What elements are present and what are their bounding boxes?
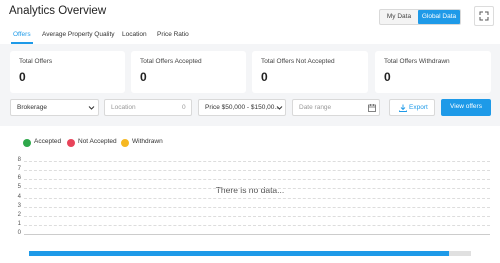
stat-card-offers-not-accepted: Total Offers Not Accepted 0	[252, 51, 368, 93]
stat-label: Total Offers Accepted	[140, 58, 202, 65]
tab-location[interactable]: Location	[122, 31, 147, 38]
legend-marker-withdrawn	[121, 139, 129, 147]
stat-value: 0	[261, 70, 268, 84]
y-tick-label: 5	[17, 184, 21, 191]
tab-price-ratio[interactable]: Price Ratio	[157, 31, 189, 38]
tab-average-property-quality[interactable]: Average Property Quality	[42, 31, 115, 38]
gridline	[24, 234, 490, 235]
global-data-toggle[interactable]: Global Data	[418, 10, 460, 24]
tab-offers[interactable]: Offers	[13, 31, 31, 38]
legend-label-not-accepted[interactable]: Not Accepted	[78, 138, 117, 145]
legend-label-accepted[interactable]: Accepted	[34, 138, 61, 145]
price-range-value: Price $50,000 - $150,00...	[205, 104, 280, 111]
gridline	[24, 215, 490, 217]
stat-label: Total Offers Withdrawn	[384, 58, 450, 65]
price-range-select[interactable]: Price $50,000 - $150,00...	[198, 99, 286, 116]
chevron-down-icon	[88, 106, 95, 110]
calendar-icon	[368, 104, 376, 112]
date-range-placeholder: Date range	[299, 104, 332, 111]
brokerage-select-value: Brokerage	[17, 104, 47, 111]
gridline	[24, 197, 490, 199]
gridline	[24, 206, 490, 208]
stat-value: 0	[19, 70, 26, 84]
y-tick-label: 1	[17, 220, 21, 227]
y-tick-label: 2	[17, 211, 21, 218]
legend-label-withdrawn[interactable]: Withdrawn	[132, 138, 163, 145]
view-offers-label: View offers	[450, 103, 482, 110]
stat-value: 0	[384, 70, 391, 84]
empty-chart-message: There is no data...	[215, 185, 285, 195]
location-placeholder: Location	[111, 104, 136, 111]
my-data-toggle[interactable]: My Data	[380, 10, 418, 24]
date-range-input[interactable]: Date range	[292, 99, 380, 116]
export-label: Export	[409, 104, 428, 111]
scrollbar-thumb[interactable]	[29, 251, 449, 256]
data-scope-toggle: My Data Global Data	[379, 9, 461, 25]
y-tick-label: 7	[17, 166, 21, 173]
stat-card-offers-withdrawn: Total Offers Withdrawn 0	[375, 51, 491, 93]
tab-bar: Offers Average Property Quality Location…	[0, 28, 500, 44]
legend-marker-accepted	[23, 139, 31, 147]
location-count: 0	[182, 104, 186, 111]
y-tick-label: 4	[17, 193, 21, 200]
gridline	[24, 179, 490, 181]
page-title: Analytics Overview	[9, 5, 107, 17]
y-tick-label: 6	[17, 175, 21, 182]
stat-label: Total Offers	[19, 58, 53, 65]
legend-marker-not-accepted	[67, 139, 75, 147]
brokerage-select[interactable]: Brokerage	[10, 99, 99, 116]
download-icon	[399, 104, 407, 112]
expand-icon	[479, 11, 489, 21]
gridline	[24, 161, 490, 162]
y-tick-label: 0	[17, 230, 21, 236]
view-offers-button[interactable]: View offers	[441, 99, 491, 116]
stat-label: Total Offers Not Accepted	[261, 58, 335, 65]
stat-value: 0	[140, 70, 147, 84]
gridline	[24, 224, 490, 226]
y-tick-label: 8	[17, 157, 21, 163]
export-button[interactable]: Export	[389, 99, 435, 116]
active-tab-indicator	[11, 42, 33, 44]
location-input[interactable]: Location 0	[104, 99, 192, 116]
stat-card-offers-accepted: Total Offers Accepted 0	[131, 51, 246, 93]
gridline	[24, 170, 490, 172]
chevron-down-icon	[276, 106, 283, 110]
y-tick-label: 3	[17, 202, 21, 209]
expand-button[interactable]	[474, 6, 494, 26]
stat-card-total-offers: Total Offers 0	[10, 51, 125, 93]
gridline	[24, 188, 490, 190]
